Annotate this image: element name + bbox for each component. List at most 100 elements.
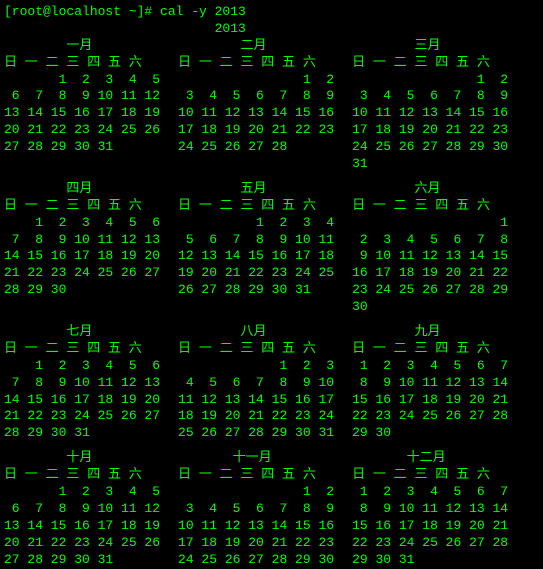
week-row: 1 2 3 4 5 6 xyxy=(4,215,160,232)
week-row: 1 2 3 4 5 6 7 xyxy=(352,358,508,375)
week-row: 29 30 31 xyxy=(352,552,508,569)
week-row: 8 9 10 11 12 13 14 xyxy=(352,501,508,518)
week-row: 1 2 xyxy=(178,484,334,501)
week-row: 24 25 26 27 28 29 30 xyxy=(352,139,508,156)
month-block: 九月日 一 二 三 四 五 六 1 2 3 4 5 6 7 8 9 10 11 … xyxy=(352,324,508,442)
month-block: 三月日 一 二 三 四 五 六 1 2 3 4 5 6 7 8 910 11 1… xyxy=(352,38,508,173)
week-row: 20 21 22 23 24 25 26 xyxy=(4,122,160,139)
week-row: 12 13 14 15 16 17 18 xyxy=(178,248,334,265)
week-row: 29 30 xyxy=(352,425,508,442)
week-row: 21 22 23 24 25 26 27 xyxy=(4,408,160,425)
week-row: 3 4 5 6 7 8 9 xyxy=(178,501,334,518)
weekdays-header: 日 一 二 三 四 五 六 xyxy=(4,198,160,215)
prompt-line: [root@localhost ~]# cal -y 2013 xyxy=(4,4,539,21)
month-block: 一月日 一 二 三 四 五 六 1 2 3 4 5 6 7 8 9 10 11 … xyxy=(4,38,160,173)
week-row: 10 11 12 13 14 15 16 xyxy=(178,518,334,535)
month-title: 三月 xyxy=(352,38,508,55)
calendar-row: 一月日 一 二 三 四 五 六 1 2 3 4 5 6 7 8 9 10 11 … xyxy=(4,38,539,173)
week-row: 13 14 15 16 17 18 19 xyxy=(4,518,160,535)
month-block: 四月日 一 二 三 四 五 六 1 2 3 4 5 6 7 8 9 10 11 … xyxy=(4,181,160,316)
week-row: 1 xyxy=(352,215,508,232)
month-block: 十月日 一 二 三 四 五 六 1 2 3 4 5 6 7 8 9 10 11 … xyxy=(4,450,160,568)
week-row: 27 28 29 30 31 xyxy=(4,552,160,569)
week-row: 31 xyxy=(352,156,508,173)
calendar-output: 一月日 一 二 三 四 五 六 1 2 3 4 5 6 7 8 9 10 11 … xyxy=(4,38,539,569)
month-title: 十一月 xyxy=(178,450,334,467)
month-title: 十二月 xyxy=(352,450,508,467)
week-row: 22 23 24 25 26 27 28 xyxy=(352,408,508,425)
week-row: 16 17 18 19 20 21 22 xyxy=(352,265,508,282)
weekdays-header: 日 一 二 三 四 五 六 xyxy=(352,198,508,215)
week-row: 1 2 3 4 5 xyxy=(4,484,160,501)
week-row: 17 18 19 20 21 22 23 xyxy=(352,122,508,139)
month-block: 八月日 一 二 三 四 五 六 1 2 3 4 5 6 7 8 9 1011 1… xyxy=(178,324,334,442)
month-title: 六月 xyxy=(352,181,508,198)
week-row: 1 2 3 4 5 xyxy=(4,72,160,89)
month-title: 十月 xyxy=(4,450,160,467)
week-row: 1 2 3 4 5 6 7 xyxy=(352,484,508,501)
week-row: 2 3 4 5 6 7 8 xyxy=(352,232,508,249)
week-row: 27 28 29 30 31 xyxy=(4,139,160,156)
month-title: 一月 xyxy=(4,38,160,55)
weekdays-header: 日 一 二 三 四 五 六 xyxy=(352,55,508,72)
week-row: 28 29 30 31 xyxy=(4,425,160,442)
week-row: 17 18 19 20 21 22 23 xyxy=(178,535,334,552)
week-row: 6 7 8 9 10 11 12 xyxy=(4,501,160,518)
week-row: 18 19 20 21 22 23 24 xyxy=(178,408,334,425)
month-title: 四月 xyxy=(4,181,160,198)
month-title: 九月 xyxy=(352,324,508,341)
month-title: 八月 xyxy=(178,324,334,341)
week-row: 28 29 30 xyxy=(4,282,160,299)
week-row: 9 10 11 12 13 14 15 xyxy=(352,248,508,265)
weekdays-header: 日 一 二 三 四 五 六 xyxy=(178,467,334,484)
month-block: 五月日 一 二 三 四 五 六 1 2 3 4 5 6 7 8 9 10 111… xyxy=(178,181,334,316)
weekdays-header: 日 一 二 三 四 五 六 xyxy=(4,55,160,72)
week-row: 11 12 13 14 15 16 17 xyxy=(178,392,334,409)
week-row: 20 21 22 23 24 25 26 xyxy=(4,535,160,552)
month-block: 六月日 一 二 三 四 五 六 1 2 3 4 5 6 7 8 9 10 11 … xyxy=(352,181,508,316)
week-row: 19 20 21 22 23 24 25 xyxy=(178,265,334,282)
week-row: 5 6 7 8 9 10 11 xyxy=(178,232,334,249)
month-title: 五月 xyxy=(178,181,334,198)
week-row: 1 2 xyxy=(178,72,334,89)
year-title: 2013 xyxy=(4,21,539,38)
month-block: 二月日 一 二 三 四 五 六 1 2 3 4 5 6 7 8 910 11 1… xyxy=(178,38,334,173)
weekdays-header: 日 一 二 三 四 五 六 xyxy=(4,341,160,358)
week-row: 13 14 15 16 17 18 19 xyxy=(4,105,160,122)
week-row: 7 8 9 10 11 12 13 xyxy=(4,232,160,249)
month-title: 二月 xyxy=(178,38,334,55)
weekdays-header: 日 一 二 三 四 五 六 xyxy=(178,55,334,72)
week-row: 22 23 24 25 26 27 28 xyxy=(352,535,508,552)
week-row: 8 9 10 11 12 13 14 xyxy=(352,375,508,392)
weekdays-header: 日 一 二 三 四 五 六 xyxy=(178,198,334,215)
week-row: 15 16 17 18 19 20 21 xyxy=(352,392,508,409)
week-row: 14 15 16 17 18 19 20 xyxy=(4,392,160,409)
week-row: 17 18 19 20 21 22 23 xyxy=(178,122,334,139)
month-block: 十一月日 一 二 三 四 五 六 1 2 3 4 5 6 7 8 910 11 … xyxy=(178,450,334,568)
week-row: 4 5 6 7 8 9 10 xyxy=(178,375,334,392)
calendar-row: 七月日 一 二 三 四 五 六 1 2 3 4 5 6 7 8 9 10 11 … xyxy=(4,324,539,442)
week-row: 1 2 3 xyxy=(178,358,334,375)
week-row: 10 11 12 13 14 15 16 xyxy=(352,105,508,122)
week-row: 1 2 3 4 5 6 xyxy=(4,358,160,375)
calendar-row: 十月日 一 二 三 四 五 六 1 2 3 4 5 6 7 8 9 10 11 … xyxy=(4,450,539,568)
weekdays-header: 日 一 二 三 四 五 六 xyxy=(352,341,508,358)
calendar-row: 四月日 一 二 三 四 五 六 1 2 3 4 5 6 7 8 9 10 11 … xyxy=(4,181,539,316)
weekdays-header: 日 一 二 三 四 五 六 xyxy=(178,341,334,358)
week-row: 24 25 26 27 28 29 30 xyxy=(178,552,334,569)
week-row: 7 8 9 10 11 12 13 xyxy=(4,375,160,392)
week-row: 24 25 26 27 28 xyxy=(178,139,334,156)
week-row: 15 16 17 18 19 20 21 xyxy=(352,518,508,535)
week-row: 26 27 28 29 30 31 xyxy=(178,282,334,299)
month-block: 七月日 一 二 三 四 五 六 1 2 3 4 5 6 7 8 9 10 11 … xyxy=(4,324,160,442)
week-row: 1 2 xyxy=(352,72,508,89)
week-row: 25 26 27 28 29 30 31 xyxy=(178,425,334,442)
week-row: 14 15 16 17 18 19 20 xyxy=(4,248,160,265)
month-title: 七月 xyxy=(4,324,160,341)
weekdays-header: 日 一 二 三 四 五 六 xyxy=(4,467,160,484)
week-row: 21 22 23 24 25 26 27 xyxy=(4,265,160,282)
week-row: 23 24 25 26 27 28 29 xyxy=(352,282,508,299)
week-row: 1 2 3 4 xyxy=(178,215,334,232)
month-block: 十二月日 一 二 三 四 五 六 1 2 3 4 5 6 7 8 9 10 11… xyxy=(352,450,508,568)
weekdays-header: 日 一 二 三 四 五 六 xyxy=(352,467,508,484)
